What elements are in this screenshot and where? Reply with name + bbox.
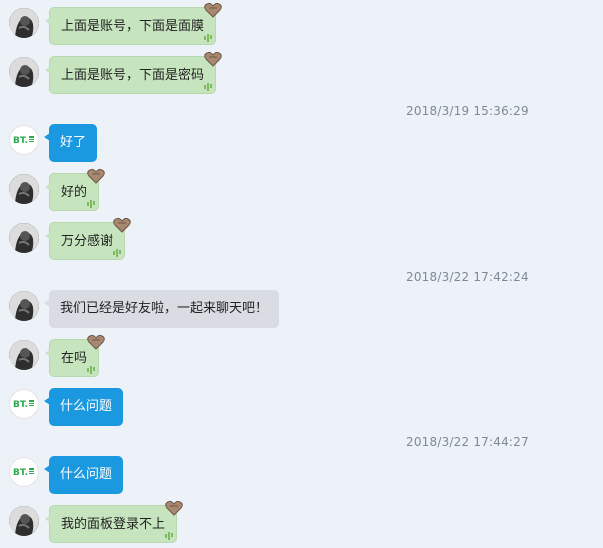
user-avatar-icon[interactable] [9,340,39,370]
chat-message[interactable]: 在吗 [44,334,105,377]
timestamp: 2018/3/22 17:44:27 [406,435,529,449]
chat-message[interactable]: 我的面板登录不上 [44,500,183,543]
message-text: 我的面板登录不上 [61,517,166,532]
cactus-icon [204,83,213,91]
heart-sticker-icon [204,2,222,18]
timestamp: 2018/3/22 17:42:24 [406,270,529,284]
message-text: 我们已经是好友啦，一起来聊天吧！ [60,301,269,316]
heart-sticker-icon [113,217,131,233]
bt-logo-icon[interactable]: BT. [9,389,39,419]
svg-text:BT.: BT. [13,136,28,146]
heart-sticker-icon [204,51,222,67]
heart-sticker-icon [87,334,105,350]
chat-message[interactable]: 好的 [44,168,105,211]
chat-message[interactable]: 我们已经是好友啦，一起来聊天吧！ [43,290,280,328]
message-text: 在吗 [61,351,88,366]
chat-message[interactable]: 上面是账号，下面是面膜 [44,2,222,45]
message-text: 什么问题 [60,399,113,414]
message-text: 好的 [61,185,88,200]
heart-sticker-icon [165,500,183,516]
user-avatar-icon[interactable] [9,223,39,253]
user-avatar-icon[interactable] [9,8,39,38]
message-text: 上面是账号，下面是面膜 [61,19,205,34]
message-text: 好了 [60,135,87,150]
cactus-icon [87,200,96,208]
user-avatar-icon[interactable] [9,506,39,536]
chat-message[interactable]: 上面是账号，下面是密码 [44,51,222,94]
svg-text:BT.: BT. [13,400,28,410]
cactus-icon [113,249,122,257]
user-avatar-icon[interactable] [9,174,39,204]
message-text: 什么问题 [60,467,113,482]
chat-message[interactable]: 好了 [43,124,98,162]
timestamp: 2018/3/19 15:36:29 [406,104,529,118]
chat-message[interactable]: 什么问题 [43,388,124,426]
cactus-icon [87,366,96,374]
message-text: 万分感谢 [61,234,114,249]
chat-message[interactable]: 万分感谢 [44,217,131,260]
cactus-icon [165,532,174,540]
bt-logo-icon[interactable]: BT. [9,457,39,487]
heart-sticker-icon [87,168,105,184]
user-avatar-icon[interactable] [9,291,39,321]
bt-logo-icon[interactable]: BT. [9,125,39,155]
chat-history: 上面是账号，下面是面膜 上面是账号，下面是密码 2018/3/19 15:36:… [0,0,603,548]
user-avatar-icon[interactable] [9,57,39,87]
svg-text:BT.: BT. [13,468,28,478]
message-text: 上面是账号，下面是密码 [61,68,205,83]
chat-message[interactable]: 什么问题 [43,456,124,494]
cactus-icon [204,34,213,42]
